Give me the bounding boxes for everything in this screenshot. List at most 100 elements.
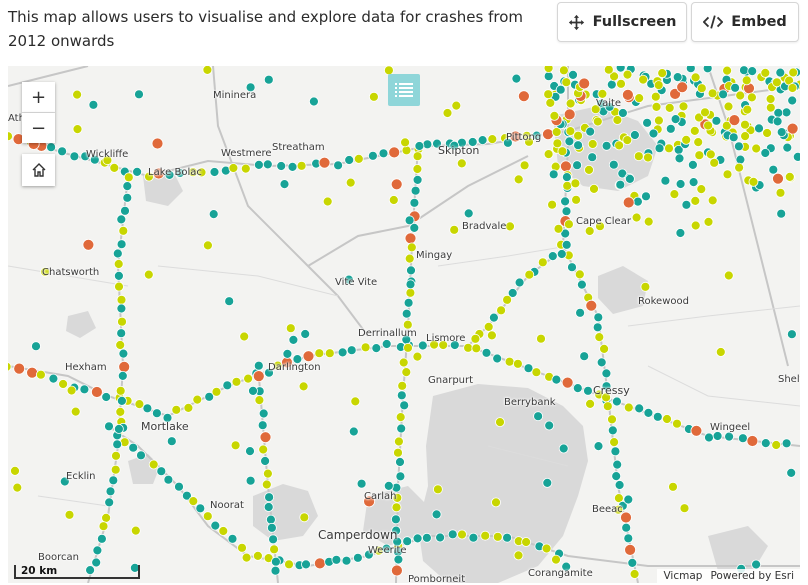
crash-point bbox=[557, 146, 568, 157]
crash-point bbox=[788, 67, 799, 78]
crash-point bbox=[224, 296, 235, 307]
crash-point bbox=[401, 145, 412, 156]
crash-point bbox=[258, 408, 269, 419]
crash-point bbox=[548, 169, 559, 180]
crash-point bbox=[584, 165, 594, 175]
crash-point bbox=[668, 481, 678, 492]
crash-point bbox=[231, 376, 242, 387]
crash-point bbox=[610, 446, 621, 457]
crash-point bbox=[575, 307, 585, 318]
crash-points-layer[interactable] bbox=[8, 66, 800, 583]
crash-point bbox=[468, 532, 479, 543]
crash-point bbox=[622, 135, 633, 145]
crash-point bbox=[572, 160, 582, 171]
crash-point bbox=[592, 322, 603, 333]
crash-point bbox=[66, 385, 77, 396]
crash-point bbox=[760, 68, 771, 78]
crash-point bbox=[228, 163, 239, 173]
crash-point bbox=[302, 350, 315, 363]
crash-point bbox=[565, 98, 576, 109]
crash-point bbox=[573, 130, 583, 141]
place-label: Rokewood bbox=[638, 296, 689, 307]
crash-point bbox=[442, 108, 453, 118]
crash-point bbox=[512, 358, 523, 369]
crash-point bbox=[718, 89, 728, 100]
crash-point bbox=[621, 522, 632, 533]
crash-point bbox=[652, 411, 663, 422]
crash-point bbox=[735, 90, 746, 101]
place-label: Weerite bbox=[368, 545, 407, 556]
crash-point bbox=[654, 115, 664, 126]
crash-point bbox=[624, 543, 636, 556]
crash-point bbox=[633, 151, 644, 162]
crash-point bbox=[405, 287, 416, 298]
crash-point bbox=[561, 376, 574, 389]
crash-point bbox=[188, 496, 199, 507]
crash-point bbox=[734, 162, 744, 173]
crash-point bbox=[707, 88, 718, 99]
zoom-out-button[interactable]: − bbox=[22, 113, 55, 143]
crash-point bbox=[609, 437, 619, 448]
embed-button[interactable]: Embed bbox=[691, 2, 799, 42]
crash-point bbox=[786, 467, 797, 478]
crash-point bbox=[404, 232, 417, 245]
crash-point bbox=[556, 249, 567, 259]
crash-point bbox=[348, 426, 359, 437]
crash-point bbox=[254, 395, 265, 406]
crash-point bbox=[702, 66, 713, 74]
crash-point bbox=[243, 373, 254, 384]
crash-point bbox=[463, 342, 474, 353]
crash-point bbox=[383, 480, 394, 491]
crash-point bbox=[284, 559, 294, 570]
crash-point bbox=[768, 164, 779, 175]
crash-point bbox=[524, 269, 535, 280]
legend-toggle-button[interactable] bbox=[388, 74, 420, 106]
crash-point bbox=[237, 542, 247, 553]
crash-point bbox=[772, 172, 784, 185]
crash-point bbox=[227, 533, 238, 544]
crash-point bbox=[771, 440, 782, 450]
crash-point bbox=[397, 380, 408, 391]
crash-point bbox=[700, 107, 710, 118]
crash-point bbox=[114, 270, 124, 281]
crash-point bbox=[704, 432, 714, 443]
crash-point bbox=[10, 465, 20, 476]
zoom-in-button[interactable]: + bbox=[22, 82, 55, 113]
crash-point bbox=[664, 103, 675, 113]
embed-label: Embed bbox=[731, 14, 787, 30]
crash-point bbox=[689, 126, 700, 136]
crash-map[interactable]: Mininera Streatham Westmere Wickliffe La… bbox=[8, 66, 800, 583]
crash-point bbox=[166, 436, 177, 447]
fullscreen-icon bbox=[568, 14, 584, 30]
crash-point bbox=[488, 312, 499, 323]
crash-point bbox=[592, 116, 603, 127]
crash-point bbox=[665, 123, 676, 134]
crash-point bbox=[585, 398, 595, 409]
crash-point bbox=[607, 425, 618, 436]
crash-point bbox=[614, 140, 624, 151]
crash-point bbox=[352, 552, 363, 563]
crash-point bbox=[638, 74, 648, 85]
crash-point bbox=[371, 343, 382, 354]
crash-point bbox=[603, 66, 614, 75]
crash-point bbox=[122, 192, 133, 203]
place-label: Corangamite bbox=[528, 568, 593, 579]
crash-point bbox=[542, 128, 554, 141]
crash-point bbox=[412, 151, 423, 162]
crash-point bbox=[495, 417, 505, 428]
crash-point bbox=[547, 199, 557, 210]
crash-point bbox=[390, 514, 401, 525]
crash-point bbox=[210, 520, 221, 531]
crash-point bbox=[435, 532, 446, 543]
crash-point bbox=[322, 196, 333, 207]
crash-point bbox=[122, 181, 133, 191]
fullscreen-button[interactable]: Fullscreen bbox=[557, 2, 687, 42]
crash-point bbox=[633, 196, 643, 207]
crash-point bbox=[266, 522, 277, 533]
crash-point bbox=[561, 239, 572, 250]
crash-point bbox=[399, 400, 410, 411]
home-button[interactable] bbox=[22, 154, 55, 186]
crash-point bbox=[132, 167, 143, 177]
crash-point bbox=[378, 148, 389, 159]
crash-point bbox=[596, 357, 607, 368]
